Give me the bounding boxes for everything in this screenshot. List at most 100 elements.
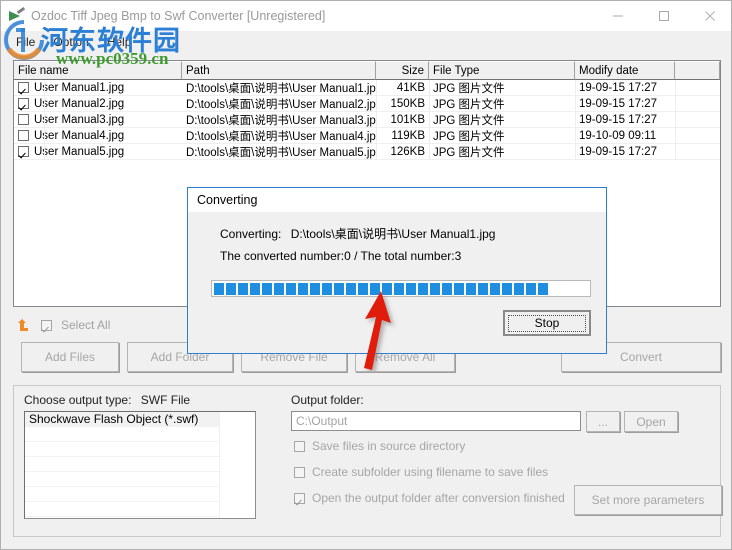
row-checkbox[interactable]	[18, 114, 29, 125]
minimize-button[interactable]	[595, 1, 641, 31]
cell-file-type: JPG 图片文件	[433, 130, 505, 143]
progress-block	[250, 282, 260, 295]
close-icon	[705, 11, 715, 21]
create-subfolder-checkbox[interactable]	[294, 466, 305, 478]
column-header-blank[interactable]	[675, 61, 720, 80]
table-row[interactable]: User Manual3.jpg D:\tools\桌面\说明书\User Ma…	[14, 112, 720, 128]
select-all-checkbox[interactable]	[41, 319, 52, 331]
cell-modify-date: 19-09-15 17:27	[579, 97, 658, 110]
cell-size: 119KB	[391, 129, 425, 142]
progress-block	[298, 282, 308, 295]
add-files-button[interactable]: Add Files	[21, 342, 119, 372]
minimize-icon	[613, 15, 623, 17]
progress-block	[430, 282, 440, 295]
progress-block	[514, 282, 524, 295]
cell-file-name: User Manual4.jpg	[34, 129, 125, 142]
save-in-source-checkbox[interactable]	[294, 440, 305, 452]
cell-path: D:\tools\桌面\说明书\User Manual4.jpg	[186, 130, 376, 143]
dialog-current-file-line: Converting: D:\tools\桌面\说明书\User Manual1…	[220, 225, 495, 242]
cell-path: D:\tools\桌面\说明书\User Manual2.jpg	[186, 98, 376, 111]
browse-folder-button[interactable]: ...	[586, 411, 620, 432]
row-checkbox[interactable]	[18, 98, 29, 109]
column-header-size[interactable]: Size	[376, 61, 429, 80]
progress-block	[226, 282, 236, 295]
cell-file-name: User Manual5.jpg	[34, 145, 125, 158]
move-up-icon[interactable]	[15, 317, 31, 333]
cell-modify-date: 19-09-15 17:27	[579, 113, 658, 126]
table-row[interactable]: User Manual2.jpg D:\tools\桌面\说明书\User Ma…	[14, 96, 720, 112]
output-folder-input[interactable]: C:\Output	[291, 411, 581, 431]
cell-size: 126KB	[390, 145, 425, 158]
cell-modify-date: 19-10-09 09:11	[579, 129, 657, 142]
progress-block	[454, 282, 464, 295]
open-folder-label: Open the output folder after conversion …	[312, 491, 565, 505]
progress-block	[262, 282, 272, 295]
output-folder-label: Output folder:	[291, 393, 364, 407]
option-create-subfolder-row[interactable]: Create subfolder using filename to save …	[294, 465, 548, 479]
output-settings-panel: Choose output type: SWF File Shockwave F…	[13, 385, 722, 537]
column-header-path[interactable]: Path	[182, 61, 376, 80]
progress-block	[214, 282, 224, 295]
save-in-source-label: Save files in source directory	[312, 439, 466, 453]
cell-file-name: User Manual3.jpg	[34, 113, 125, 126]
maximize-button[interactable]	[641, 1, 687, 31]
annotation-arrow-icon	[364, 291, 391, 370]
set-more-parameters-button[interactable]: Set more parameters	[574, 485, 722, 515]
output-type-listbox[interactable]: Shockwave Flash Object (*.swf)	[24, 411, 256, 519]
title-bar: Ozdoc Tiff Jpeg Bmp to Swf Converter [Un…	[1, 1, 731, 31]
cell-size: 101KB	[390, 113, 425, 126]
open-folder-checkbox[interactable]	[294, 492, 305, 504]
cell-size: 150KB	[390, 97, 425, 110]
cell-file-type: JPG 图片文件	[433, 114, 505, 127]
dialog-title: Converting	[188, 188, 606, 212]
menu-bar: File Option Help	[1, 31, 731, 53]
table-row[interactable]: User Manual4.jpg D:\tools\桌面\说明书\User Ma…	[14, 128, 720, 144]
cell-file-name: User Manual1.jpg	[34, 81, 125, 94]
table-row[interactable]: User Manual5.jpg D:\tools\桌面\说明书\User Ma…	[14, 144, 720, 160]
progress-block	[538, 282, 548, 295]
column-header-file-name[interactable]: File name	[14, 61, 182, 80]
select-all-label: Select All	[61, 318, 111, 332]
cell-path: D:\tools\桌面\说明书\User Manual3.jpg	[186, 114, 376, 127]
option-open-folder-row[interactable]: Open the output folder after conversion …	[294, 491, 565, 505]
row-checkbox[interactable]	[18, 82, 29, 93]
listbox-right-column	[219, 412, 255, 518]
progress-block	[286, 282, 296, 295]
progress-block	[490, 282, 500, 295]
menu-item-option[interactable]: Option	[44, 33, 97, 51]
list-toolbar: Select All	[15, 314, 110, 336]
converting-file-path: D:\tools\桌面\说明书\User Manual1.jpg	[290, 227, 496, 241]
progress-block	[310, 282, 320, 295]
open-folder-button[interactable]: Open	[624, 411, 678, 432]
cell-file-type: JPG 图片文件	[433, 82, 505, 95]
progress-block	[238, 282, 248, 295]
close-button[interactable]	[687, 1, 731, 31]
create-subfolder-label: Create subfolder using filename to save …	[312, 465, 549, 479]
output-type-value: SWF File	[140, 393, 191, 407]
column-header-modify-date[interactable]: Modify date	[575, 61, 675, 80]
output-type-label: Choose output type: SWF File	[24, 393, 191, 407]
progress-block	[322, 282, 332, 295]
window-controls	[595, 1, 731, 31]
cell-modify-date: 19-09-15 17:27	[579, 81, 658, 94]
menu-item-help[interactable]: Help	[98, 33, 141, 51]
dialog-counter: The converted number:0 / The total numbe…	[220, 249, 462, 263]
table-row[interactable]: User Manual1.jpg D:\tools\桌面\说明书\User Ma…	[14, 80, 720, 96]
converting-label: Converting:	[220, 227, 282, 241]
progress-block	[502, 282, 512, 295]
app-icon	[9, 6, 26, 24]
cell-file-type: JPG 图片文件	[433, 98, 505, 111]
option-save-in-source-row[interactable]: Save files in source directory	[294, 439, 465, 453]
menu-item-file[interactable]: File	[7, 33, 44, 51]
progress-block	[442, 282, 452, 295]
row-checkbox[interactable]	[18, 130, 29, 141]
cell-path: D:\tools\桌面\说明书\User Manual5.jpg	[186, 146, 376, 159]
column-header-file-type[interactable]: File Type	[429, 61, 575, 80]
stop-button-label: Stop	[508, 314, 586, 332]
progress-block	[466, 282, 476, 295]
stop-button[interactable]: Stop	[503, 310, 591, 336]
cell-path: D:\tools\桌面\说明书\User Manual1.jpg	[186, 82, 376, 95]
window-title: Ozdoc Tiff Jpeg Bmp to Swf Converter [Un…	[31, 9, 326, 23]
file-list-body: User Manual1.jpg D:\tools\桌面\说明书\User Ma…	[14, 80, 720, 160]
row-checkbox[interactable]	[18, 146, 29, 157]
